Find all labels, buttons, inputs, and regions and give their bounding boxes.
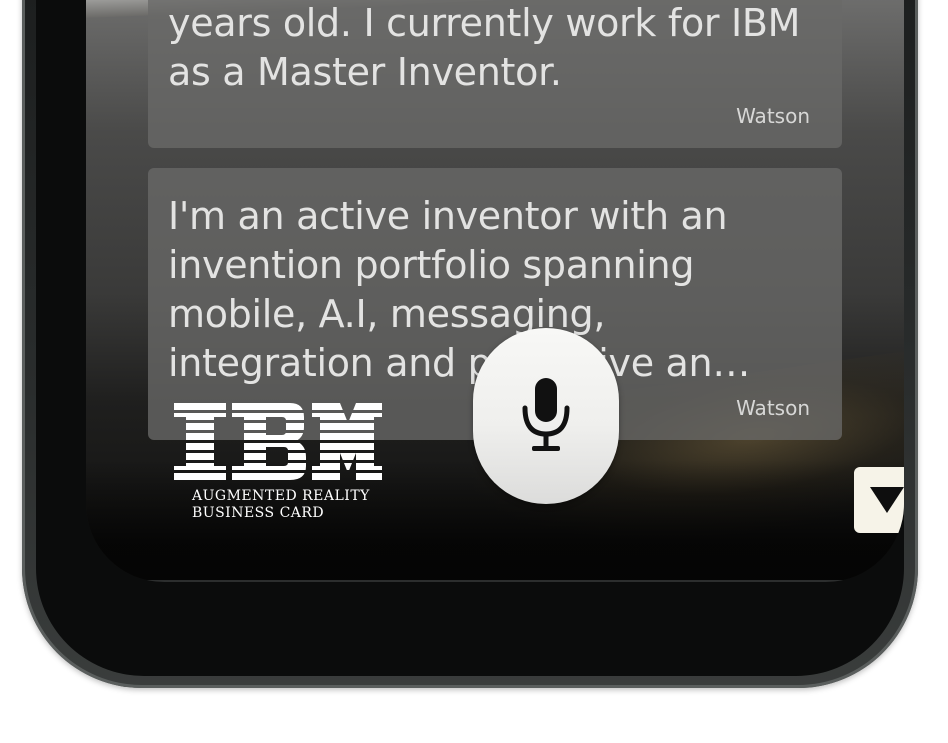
screen-bottom-edge	[130, 580, 890, 582]
chat-bubble: My name is John, and I am 30 years old. …	[148, 0, 842, 148]
ibm-subtitle-line1: AUGMENTED REALITY	[192, 488, 370, 504]
scroll-down-button[interactable]	[854, 467, 904, 533]
ibm-subtitle: AUGMENTED REALITY BUSINESS CARD	[192, 488, 370, 522]
chat-message-text: My name is John, and I am 30 years old. …	[168, 1, 801, 94]
ibm-subtitle-line2: BUSINESS CARD	[192, 505, 325, 521]
ibm-logo-mark	[174, 403, 382, 480]
chat-sender-label: Watson	[736, 104, 810, 128]
triangle-down-icon	[870, 487, 904, 513]
screen: My name is John, and I am 30 years old. …	[86, 0, 904, 582]
chat-sender-label: Watson	[736, 396, 810, 420]
microphone-icon	[522, 378, 570, 451]
microphone-button[interactable]	[473, 328, 619, 504]
phone-bezel: My name is John, and I am 30 years old. …	[36, 0, 904, 676]
phone-frame: My name is John, and I am 30 years old. …	[22, 0, 918, 688]
